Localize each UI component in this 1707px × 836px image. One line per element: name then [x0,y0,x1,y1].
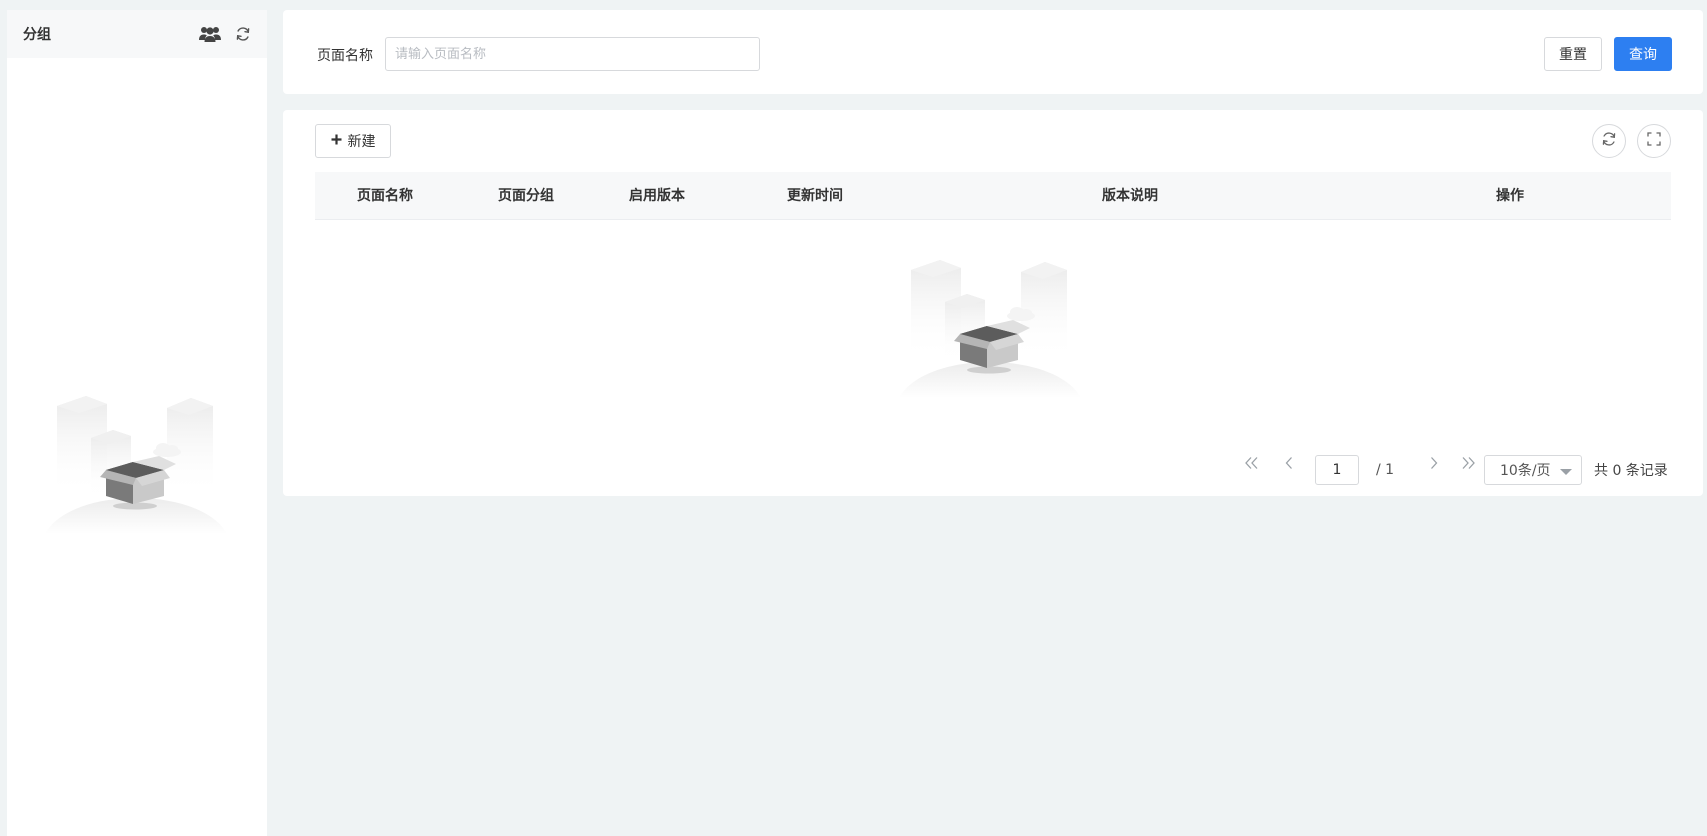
page-name-label: 页面名称 [317,48,373,64]
column-header-version-notes[interactable]: 版本说明 [1102,172,1158,220]
refresh-icon[interactable] [235,26,251,42]
table-panel: 新建 页面名称 页面分组 启用版本 更新时间 版本说明 操作 1 / 1 10条… [283,110,1703,496]
page-name-search-input[interactable] [385,37,760,71]
current-page-input[interactable] [1315,455,1359,485]
record-count: 共 0 条记录 [1594,463,1668,479]
table-header: 页面名称 页面分组 启用版本 更新时间 版本说明 操作 [315,172,1671,220]
next-page-icon[interactable] [1424,453,1444,473]
page-size-select[interactable]: 10条/页 [1484,455,1582,485]
empty-state-illustration [41,386,233,538]
first-page-icon[interactable] [1242,453,1262,473]
column-header-update-time[interactable]: 更新时间 [787,172,843,220]
fullscreen-icon [1647,132,1661,150]
last-page-icon[interactable] [1458,453,1478,473]
users-group-icon[interactable] [199,25,221,43]
table-empty-illustration [895,250,1087,402]
column-header-active-version[interactable]: 启用版本 [629,172,685,220]
column-header-page-group[interactable]: 页面分组 [498,172,554,220]
sidebar-title: 分组 [23,27,51,43]
search-panel: 页面名称 重置 查询 [283,10,1703,94]
query-button[interactable]: 查询 [1614,37,1672,71]
total-pages: / 1 [1376,462,1395,478]
group-sidebar: 分组 [7,10,267,836]
plus-icon [331,133,342,149]
column-header-page-name[interactable]: 页面名称 [357,172,413,220]
new-button[interactable]: 新建 [315,124,391,158]
sidebar-header: 分组 [7,10,267,58]
column-header-actions[interactable]: 操作 [1496,172,1524,220]
chevron-down-icon [1560,469,1572,475]
refresh-icon [1601,131,1617,151]
page-size-value: 10条/页 [1500,463,1551,479]
fullscreen-button[interactable] [1637,124,1671,158]
new-button-label: 新建 [347,134,376,150]
table-refresh-button[interactable] [1592,124,1626,158]
sidebar-tools [199,25,251,43]
prev-page-icon[interactable] [1279,453,1299,473]
reset-button[interactable]: 重置 [1544,37,1602,71]
